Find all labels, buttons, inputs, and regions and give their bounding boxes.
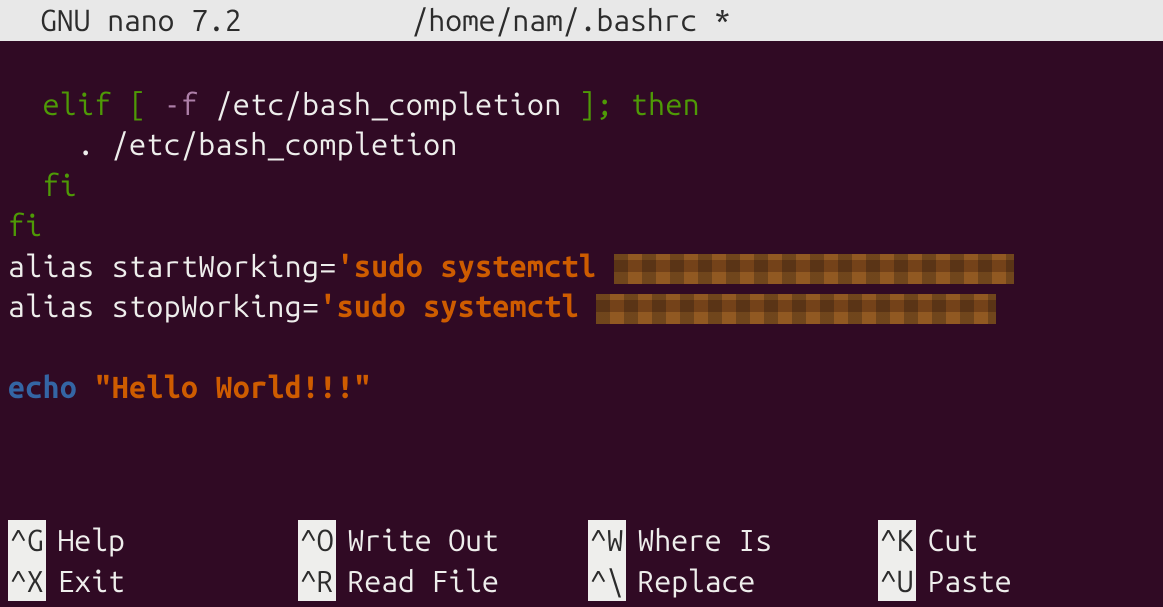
keyword-fi: fi [8, 208, 43, 242]
bracket: [ [112, 87, 164, 121]
space [77, 370, 94, 404]
shortcut-label: Help [58, 520, 125, 561]
code-line: alias stopWorking='sudo systemctl [8, 289, 996, 323]
key-label: ^K [878, 520, 916, 561]
shortcut-label: Write Out [348, 520, 499, 561]
redacted-text [596, 294, 996, 324]
keyword-then: then [614, 87, 701, 121]
file-path: /home/nam/.bashrc * [412, 0, 731, 41]
code-line: alias startWorking='sudo systemctl [8, 249, 1014, 283]
keyword-elif: elif [43, 87, 112, 121]
shortcut-label: Paste [928, 561, 1012, 602]
shortcut-read-file[interactable]: ^R Read File [298, 561, 588, 602]
shortcut-label: Where Is [638, 520, 772, 561]
shortcut-write-out[interactable]: ^O Write Out [298, 520, 588, 561]
string-literal: 'sudo systemctl [337, 249, 614, 283]
key-label: ^\ [588, 561, 626, 602]
key-label: ^W [588, 520, 626, 561]
shortcut-label: Replace [638, 561, 756, 602]
code-line: elif [ -f /etc/bash_completion ]; then [8, 87, 700, 121]
shortcut-row: ^X Exit ^R Read File ^\ Replace ^U Paste [8, 561, 1155, 602]
key-label: ^G [8, 520, 46, 561]
app-name: GNU nano 7.2 [40, 0, 242, 41]
shortcut-label: Exit [58, 561, 125, 602]
string-literal: 'sudo systemctl [319, 289, 596, 323]
keyword-echo: echo [8, 370, 77, 404]
key-label: ^U [878, 561, 916, 602]
shortcut-row: ^G Help ^O Write Out ^W Where Is ^K Cut [8, 520, 1155, 561]
shortcut-label: Read File [348, 561, 499, 602]
code-line: echo "Hello World!!!" [8, 370, 371, 404]
key-label: ^R [298, 561, 336, 602]
code-line: . /etc/bash_completion [8, 127, 458, 161]
key-label: ^X [8, 561, 46, 602]
path-text: /etc/bash_completion [198, 87, 579, 121]
shortcut-where-is[interactable]: ^W Where Is [588, 520, 878, 561]
keyword-fi: fi [8, 168, 77, 202]
string-literal: "Hello World!!!" [95, 370, 372, 404]
shortcut-exit[interactable]: ^X Exit [8, 561, 298, 602]
flag: -f [164, 87, 199, 121]
editor-area[interactable]: elif [ -f /etc/bash_completion ]; then .… [0, 41, 1163, 408]
redacted-text [614, 254, 1014, 284]
bracket: ]; [579, 87, 614, 121]
blank-line [8, 330, 25, 364]
shortcut-label: Cut [928, 520, 978, 561]
shortcut-help[interactable]: ^G Help [8, 520, 298, 561]
alias-def: alias stopWorking= [8, 289, 319, 323]
titlebar: GNU nano 7.2 /home/nam/.bashrc * [0, 0, 1163, 41]
key-label: ^O [298, 520, 336, 561]
alias-def: alias startWorking= [8, 249, 337, 283]
shortcut-replace[interactable]: ^\ Replace [588, 561, 878, 602]
shortcut-paste[interactable]: ^U Paste [878, 561, 1012, 602]
shortcut-cut[interactable]: ^K Cut [878, 520, 978, 561]
shortcut-bar: ^G Help ^O Write Out ^W Where Is ^K Cut … [0, 520, 1163, 607]
